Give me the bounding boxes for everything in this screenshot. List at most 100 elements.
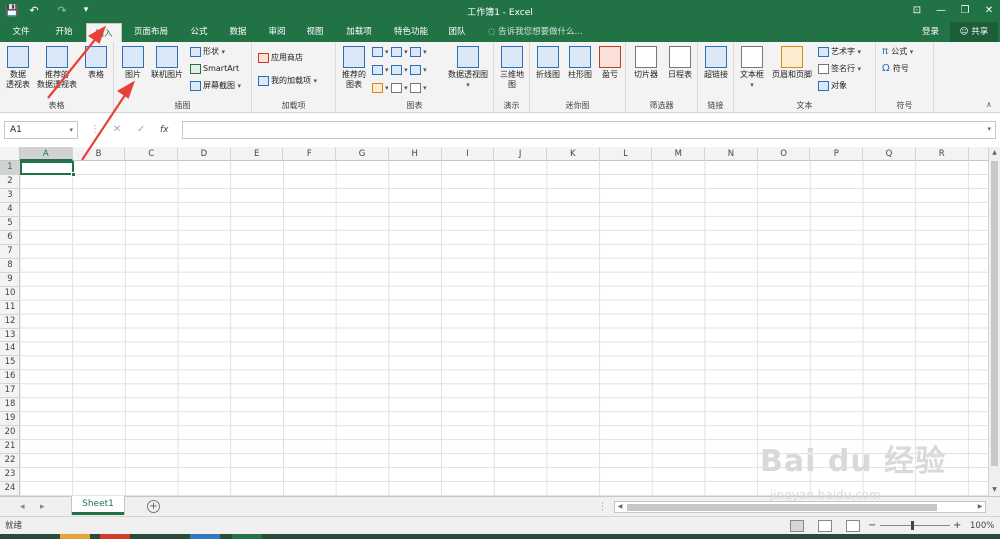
tab-formulas[interactable]: 公式 xyxy=(182,22,216,42)
select-all-corner[interactable] xyxy=(0,147,20,161)
recommended-pivot-button[interactable]: 推荐的 数据透视表 xyxy=(34,46,80,90)
picture-button[interactable]: 图片 xyxy=(120,46,146,80)
column-header-r[interactable]: R xyxy=(916,147,969,161)
row-header-3[interactable]: 3 xyxy=(0,189,20,203)
tab-home[interactable]: 开始 xyxy=(46,22,82,42)
column-header-c[interactable]: C xyxy=(125,147,179,161)
my-addins-button[interactable]: 我的加载项 ▾ xyxy=(258,75,317,87)
zoom-out-button[interactable]: − xyxy=(868,517,876,535)
column-header-d[interactable]: D xyxy=(178,147,231,161)
column-header-i[interactable]: I xyxy=(442,147,495,161)
vertical-scrollbar[interactable]: ▲ ▼ xyxy=(988,147,1000,496)
row-header-16[interactable]: 16 xyxy=(0,370,20,385)
shapes-button[interactable]: 形状 ▾ xyxy=(190,46,225,58)
restore-icon[interactable]: ❐ xyxy=(954,2,976,19)
column-header-p[interactable]: P xyxy=(811,147,864,161)
row-header-17[interactable]: 17 xyxy=(0,384,20,399)
scatter-chart-icon[interactable] xyxy=(391,82,403,93)
column-chart-icon[interactable] xyxy=(372,46,383,57)
wordart-button[interactable]: 艺术字 ▾ xyxy=(818,46,861,58)
row-header-13[interactable]: 13 xyxy=(0,329,20,343)
taskbar-app-icon[interactable] xyxy=(60,534,90,539)
screenshot-button[interactable]: 屏幕截图 ▾ xyxy=(190,80,241,92)
row-header-9[interactable]: 9 xyxy=(0,273,20,287)
tab-view[interactable]: 视图 xyxy=(298,22,332,42)
online-picture-button[interactable]: 联机图片 xyxy=(148,46,186,80)
cancel-icon[interactable]: ✕ xyxy=(113,124,121,135)
surface-chart-icon[interactable] xyxy=(410,82,422,93)
tab-special-features[interactable]: 特色功能 xyxy=(388,22,434,42)
row-header-2[interactable]: 2 xyxy=(0,175,20,189)
column-header-a[interactable]: A xyxy=(20,147,73,161)
zoom-slider[interactable] xyxy=(880,525,950,526)
column-header-o[interactable]: O xyxy=(758,147,811,161)
fill-handle[interactable] xyxy=(71,172,76,177)
equation-button[interactable]: π 公式 ▾ xyxy=(882,46,913,58)
table-button[interactable]: 表格 xyxy=(82,46,110,80)
tell-me-search[interactable]: ◌ 告诉我您想要做什么... xyxy=(488,22,583,42)
row-header-1[interactable]: 1 xyxy=(0,161,20,175)
combo-chart-icon[interactable] xyxy=(410,64,422,75)
pivot-table-button[interactable]: 数据 透视表 xyxy=(3,46,33,90)
row-header-7[interactable]: 7 xyxy=(0,245,20,259)
collapse-ribbon-icon[interactable]: ∧ xyxy=(986,100,992,109)
tab-data[interactable]: 数据 xyxy=(221,22,255,42)
page-layout-view-icon[interactable] xyxy=(818,520,832,532)
pivot-chart-button[interactable]: 数据透视图 ▾ xyxy=(444,46,492,90)
hierarchy-chart-icon[interactable] xyxy=(391,46,403,57)
timeline-button[interactable]: 日程表 xyxy=(664,46,696,80)
column-header-l[interactable]: L xyxy=(600,147,653,161)
column-header-f[interactable]: F xyxy=(284,147,337,161)
row-header-6[interactable]: 6 xyxy=(0,231,20,245)
3d-map-button[interactable]: 三维地 图 xyxy=(497,46,527,90)
taskbar-app-icon[interactable] xyxy=(190,534,220,539)
waterfall-chart-icon[interactable] xyxy=(410,46,422,57)
row-header-8[interactable]: 8 xyxy=(0,259,20,273)
row-header-20[interactable]: 20 xyxy=(0,426,20,441)
column-header-q[interactable]: Q xyxy=(863,147,916,161)
taskbar-app-icon[interactable] xyxy=(100,534,130,539)
sheet-tab[interactable]: Sheet1 xyxy=(72,496,124,515)
next-sheet-icon[interactable]: ▸ xyxy=(40,497,45,517)
statistic-chart-icon[interactable] xyxy=(391,64,403,75)
minimize-icon[interactable]: — xyxy=(930,2,952,19)
column-header-g[interactable]: G xyxy=(336,147,389,161)
login-link[interactable]: 登录 xyxy=(922,22,939,42)
textbox-button[interactable]: 文本框 ▾ xyxy=(736,46,768,90)
tab-page-layout[interactable]: 页面布局 xyxy=(128,22,174,42)
row-header-5[interactable]: 5 xyxy=(0,217,20,231)
formula-input[interactable]: ▾ xyxy=(182,121,996,139)
pie-chart-icon[interactable] xyxy=(372,82,383,93)
header-footer-button[interactable]: 页眉和页脚 xyxy=(768,46,816,80)
expand-formula-icon[interactable]: ▾ xyxy=(987,125,991,133)
zoom-in-button[interactable]: + xyxy=(953,517,961,535)
enter-icon[interactable]: ✓ xyxy=(137,124,145,135)
vertical-scroll-thumb[interactable] xyxy=(991,161,998,466)
sparkline-column-button[interactable]: 柱形图 xyxy=(564,46,596,80)
horizontal-scroll-thumb[interactable] xyxy=(627,504,937,511)
normal-view-icon[interactable] xyxy=(790,520,804,532)
object-button[interactable]: 对象 xyxy=(818,80,847,92)
row-header-14[interactable]: 14 xyxy=(0,342,20,357)
ribbon-display-options-icon[interactable]: ⊡ xyxy=(906,2,928,19)
column-header-k[interactable]: K xyxy=(547,147,600,161)
zoom-level[interactable]: 100% xyxy=(970,517,994,535)
row-header-4[interactable]: 4 xyxy=(0,203,20,217)
slicer-button[interactable]: 切片器 xyxy=(630,46,662,80)
zoom-slider-knob[interactable] xyxy=(911,521,914,530)
tab-review[interactable]: 审阅 xyxy=(260,22,294,42)
scroll-right-icon[interactable]: ▶ xyxy=(975,502,985,512)
tab-insert[interactable]: 插入 xyxy=(86,23,122,42)
sparkline-line-button[interactable]: 折线图 xyxy=(532,46,564,80)
column-header-h[interactable]: H xyxy=(389,147,442,161)
name-box[interactable]: A1 ▾ xyxy=(4,121,78,139)
row-header-15[interactable]: 15 xyxy=(0,356,20,371)
column-header-j[interactable]: J xyxy=(494,147,547,161)
symbol-button[interactable]: Ω 符号 xyxy=(882,63,909,75)
row-header-22[interactable]: 22 xyxy=(0,454,20,469)
taskbar-excel-icon[interactable] xyxy=(232,534,262,539)
tab-addins[interactable]: 加载项 xyxy=(338,22,380,42)
store-button[interactable]: 应用商店 xyxy=(258,52,303,64)
line-chart-icon[interactable] xyxy=(372,64,383,75)
hyperlink-button[interactable]: 超链接 xyxy=(700,46,732,80)
